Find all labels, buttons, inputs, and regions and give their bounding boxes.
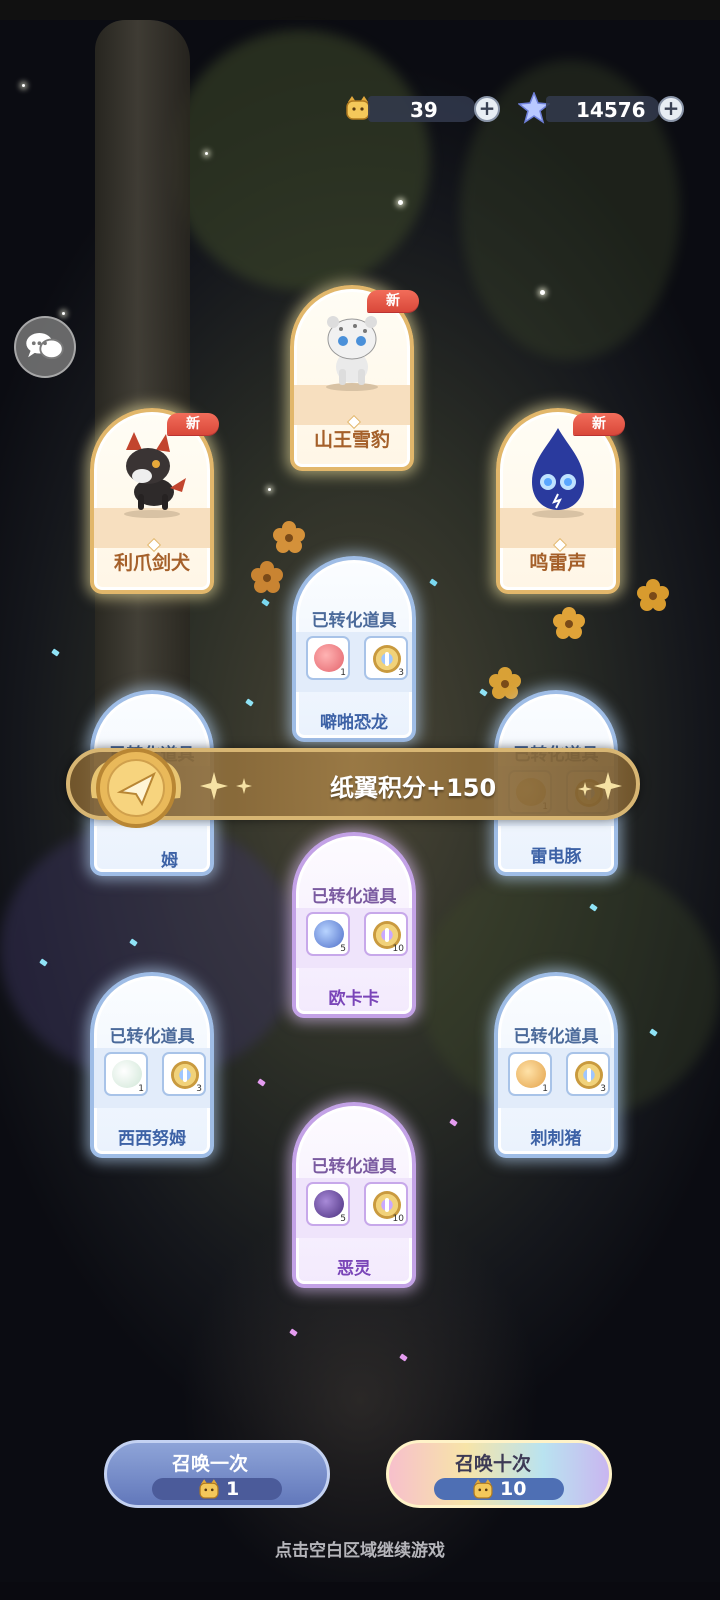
flower <box>489 667 521 699</box>
converted-label: 已转化道具 <box>311 1157 397 1177</box>
sparkle-star-icon <box>578 782 592 796</box>
converted-pet-card[interactable]: 已转化道具 1 3 噼啪恐龙 <box>292 556 416 742</box>
star-count: 14576 <box>576 98 646 122</box>
item-count: 5 <box>340 1214 346 1224</box>
add-tickets-button[interactable]: + <box>474 96 500 122</box>
confetti <box>429 578 438 587</box>
converted-label: 已转化道具 <box>109 1027 195 1047</box>
new-badge: 新 <box>573 413 625 435</box>
token-slot[interactable]: 10 <box>364 912 408 956</box>
pet-fragment-slot[interactable]: 5 <box>306 1182 350 1226</box>
flower <box>637 579 669 611</box>
pet-name: 西西努姆 <box>118 1129 186 1149</box>
new-badge: 新 <box>167 413 219 435</box>
canopy-foliage <box>170 30 430 290</box>
continue-hint: 点击空白区域继续游戏 <box>275 1541 445 1561</box>
ticket-count: 39 <box>410 98 438 122</box>
summon-once-cost: 1 <box>226 1478 240 1500</box>
item-count: 1 <box>138 1084 144 1094</box>
sparkle-star-icon <box>200 772 228 800</box>
converted-label: 已转化道具 <box>311 611 397 631</box>
confetti <box>51 648 60 657</box>
token-count: 3 <box>196 1084 202 1094</box>
chat-button[interactable] <box>14 316 76 378</box>
ring-token-icon <box>373 645 401 673</box>
pet-fragment-slot[interactable]: 5 <box>306 912 350 956</box>
confetti <box>449 1118 458 1127</box>
flower <box>273 521 305 553</box>
sword-dog-creature <box>124 432 186 518</box>
summon-ticket-icon <box>199 1479 219 1499</box>
pet-name: 恶灵 <box>337 1259 371 1279</box>
pet-fragment-slot[interactable]: 1 <box>508 1052 552 1096</box>
pet-name: 利爪剑犬 <box>113 552 190 574</box>
paper-wing-coin-icon <box>90 748 182 828</box>
cost-pill <box>434 1478 564 1500</box>
sparkle-star-icon <box>236 778 252 794</box>
confetti <box>245 698 254 707</box>
summon-once-label: 召唤一次 <box>172 1453 249 1475</box>
sparkle <box>268 488 271 491</box>
pet-name: 山王雪豹 <box>313 429 390 451</box>
chat-bubbles-icon <box>26 332 64 360</box>
thunder-spirit-creature <box>532 428 584 518</box>
sparkle <box>205 152 208 155</box>
pet-name: 欧卡卡 <box>328 989 380 1009</box>
summon-result-screen[interactable]: 39 + 14576 + 山王雪豹 新 利爪剑犬 新 鸣雷声 新 已转化道具 1… <box>0 0 720 1600</box>
sparkle <box>398 200 403 205</box>
new-pet-card[interactable]: 鸣雷声 <box>496 408 620 594</box>
token-slot[interactable]: 3 <box>162 1052 206 1096</box>
add-stars-button[interactable]: + <box>658 96 684 122</box>
sparkle <box>22 84 25 87</box>
pet-fragment-slot[interactable]: 1 <box>104 1052 148 1096</box>
token-count: 3 <box>600 1084 606 1094</box>
token-count: 10 <box>392 1214 404 1224</box>
pet-name: 刺刺猪 <box>530 1129 582 1149</box>
summon-ten-label: 召唤十次 <box>455 1453 532 1475</box>
converted-pet-card[interactable]: 已转化道具 5 10 恶灵 <box>292 1102 416 1288</box>
tree-trunk <box>95 20 190 780</box>
pet-name: 鸣雷声 <box>529 552 587 574</box>
flower <box>251 561 283 593</box>
sparkle <box>540 290 545 295</box>
sparkle <box>62 312 65 315</box>
pet-name-partial: 姆 <box>161 851 178 871</box>
token-slot[interactable]: 3 <box>566 1052 610 1096</box>
ring-token-icon <box>171 1061 199 1089</box>
token-slot[interactable]: 10 <box>364 1182 408 1226</box>
item-count: 5 <box>340 944 346 954</box>
snow-leopard-creature <box>326 316 378 391</box>
token-slot[interactable]: 3 <box>364 636 408 680</box>
converted-pet-card[interactable]: 已转化道具 1 3 刺刺猪 <box>494 972 618 1158</box>
item-count: 1 <box>542 1084 548 1094</box>
reward-text: 纸翼积分+150 <box>330 774 497 802</box>
new-pet-card[interactable]: 利爪剑犬 <box>90 408 214 594</box>
converted-pet-card[interactable]: 已转化道具 5 10 欧卡卡 <box>292 832 416 1018</box>
pet-name: 雷电豚 <box>530 847 582 867</box>
pet-fragment-slot[interactable]: 1 <box>306 636 350 680</box>
confetti <box>479 688 488 697</box>
top-strip <box>0 0 720 20</box>
pet-name: 噼啪恐龙 <box>320 713 388 733</box>
bottom-strip <box>0 1582 720 1600</box>
new-pet-card[interactable]: 山王雪豹 <box>290 285 414 471</box>
summon-ten-cost: 10 <box>500 1478 527 1500</box>
sparkle-star-icon <box>594 772 622 800</box>
converted-pet-card[interactable]: 已转化道具 1 3 西西努姆 <box>90 972 214 1158</box>
new-badge: 新 <box>367 290 419 312</box>
token-count: 3 <box>398 668 404 678</box>
converted-label: 已转化道具 <box>311 887 397 907</box>
item-count: 1 <box>340 668 346 678</box>
token-count: 10 <box>392 944 404 954</box>
confetti <box>261 598 270 607</box>
ring-token-icon <box>575 1061 603 1089</box>
flower <box>553 607 585 639</box>
summon-ticket-icon <box>473 1479 493 1499</box>
converted-label: 已转化道具 <box>513 1027 599 1047</box>
confetti <box>257 1078 266 1087</box>
